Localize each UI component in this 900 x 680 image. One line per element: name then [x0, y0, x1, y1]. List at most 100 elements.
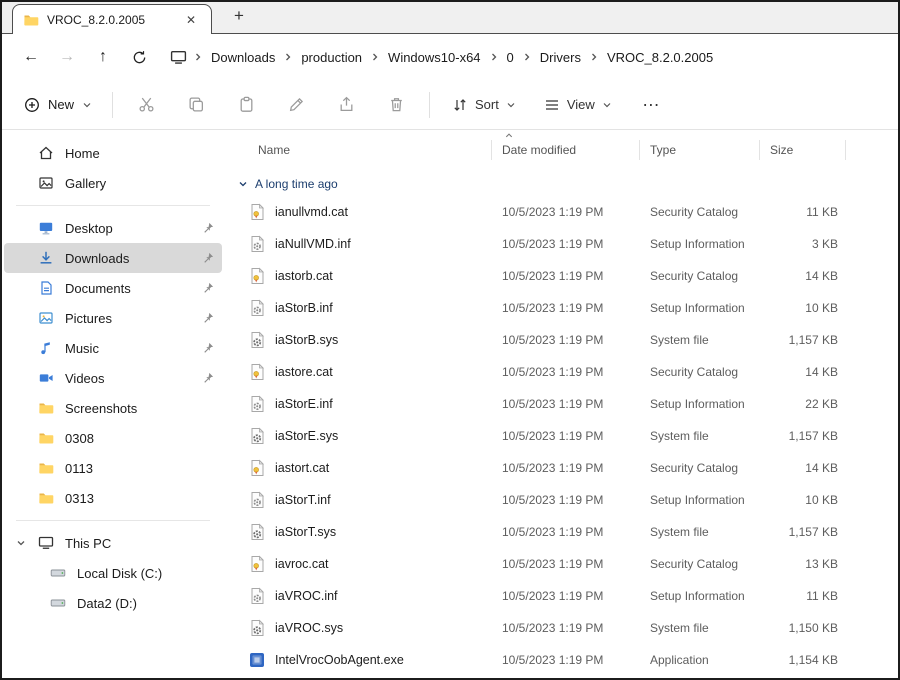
new-button[interactable]: New: [20, 91, 96, 119]
cut-button[interactable]: [129, 89, 163, 121]
file-row[interactable]: iastore.cat10/5/2023 1:19 PMSecurity Cat…: [230, 356, 898, 388]
file-date-modified: 10/5/2023 1:19 PM: [492, 589, 640, 603]
sidebar-item-label: Home: [65, 146, 100, 161]
sidebar-item-home[interactable]: Home: [4, 138, 222, 168]
file-row[interactable]: ianullvmd.cat10/5/2023 1:19 PMSecurity C…: [230, 196, 898, 228]
file-row[interactable]: iaNullVMD.inf10/5/2023 1:19 PMSetup Info…: [230, 228, 898, 260]
file-size: 1,150 KB: [760, 621, 846, 635]
sidebar-item-music[interactable]: Music: [4, 333, 222, 363]
sidebar-item-label: Screenshots: [65, 401, 137, 416]
file-type: Setup Information: [640, 589, 760, 603]
breadcrumb-item-0[interactable]: 0: [500, 46, 521, 69]
back-button[interactable]: ←: [14, 41, 48, 73]
group-header[interactable]: A long time ago: [230, 168, 898, 196]
file-type: Application: [640, 653, 760, 667]
breadcrumb-item-drivers[interactable]: Drivers: [533, 46, 588, 69]
file-name: iastort.cat: [275, 461, 329, 475]
file-sys-icon: [248, 619, 266, 637]
view-button-label: View: [567, 97, 595, 112]
column-header-date-modified[interactable]: Date modified: [492, 140, 640, 160]
file-row[interactable]: iastort.cat10/5/2023 1:19 PMSecurity Cat…: [230, 452, 898, 484]
sidebar-item-this-pc[interactable]: This PC: [4, 528, 222, 558]
file-date-modified: 10/5/2023 1:19 PM: [492, 621, 640, 635]
sidebar-item-documents[interactable]: Documents: [4, 273, 222, 303]
file-type: Security Catalog: [640, 205, 760, 219]
file-row[interactable]: iaStorB.sys10/5/2023 1:19 PMSystem file1…: [230, 324, 898, 356]
breadcrumb-chevron-icon: [488, 52, 500, 62]
file-row[interactable]: IntelVrocOobAgent.exe10/5/2023 1:19 PMAp…: [230, 644, 898, 676]
file-name-cell: iastore.cat: [230, 363, 492, 381]
sidebar-item-label: Gallery: [65, 176, 106, 191]
file-type: System file: [640, 429, 760, 443]
pin-icon: [202, 252, 214, 264]
tab-close-icon[interactable]: ✕: [181, 11, 201, 29]
file-row[interactable]: iavroc.cat10/5/2023 1:19 PMSecurity Cata…: [230, 548, 898, 580]
share-button[interactable]: [329, 89, 363, 121]
sidebar-item-local-disk-c[interactable]: Local Disk (C:): [4, 558, 222, 588]
sidebar-item-0113[interactable]: 0113: [4, 453, 222, 483]
drive-icon: [50, 565, 66, 581]
copy-button[interactable]: [179, 89, 213, 121]
sidebar-item-0308[interactable]: 0308: [4, 423, 222, 453]
breadcrumb-item-windows10-x64[interactable]: Windows10-x64: [381, 46, 488, 69]
address-bar[interactable]: Downloads production Windows10-x64 0 Drivers…: [168, 46, 886, 69]
sidebar-item-screenshots[interactable]: Screenshots: [4, 393, 222, 423]
file-name: iaVROC.sys: [275, 621, 343, 635]
group-header-label: A long time ago: [255, 177, 338, 191]
tab-title: VROC_8.2.0.2005: [47, 13, 145, 27]
up-button[interactable]: ↑: [86, 41, 120, 73]
forward-button[interactable]: →: [50, 41, 84, 73]
column-header-name[interactable]: Name: [230, 140, 492, 160]
sidebar-item-data2-d[interactable]: Data2 (D:): [4, 588, 222, 618]
file-row[interactable]: iaStorE.sys10/5/2023 1:19 PMSystem file1…: [230, 420, 898, 452]
file-row[interactable]: iaStorT.sys10/5/2023 1:19 PMSystem file1…: [230, 516, 898, 548]
column-header-size[interactable]: Size: [760, 140, 846, 160]
breadcrumb-item-downloads[interactable]: Downloads: [204, 46, 282, 69]
file-row[interactable]: iaVROC.sys10/5/2023 1:19 PMSystem file1,…: [230, 612, 898, 644]
sort-button[interactable]: Sort: [446, 91, 522, 119]
file-date-modified: 10/5/2023 1:19 PM: [492, 525, 640, 539]
breadcrumb-chevron-icon: [369, 52, 381, 62]
file-date-modified: 10/5/2023 1:19 PM: [492, 205, 640, 219]
file-inf-icon: [248, 299, 266, 317]
file-name-cell: iaStorB.inf: [230, 299, 492, 317]
file-row[interactable]: iaVROC.inf10/5/2023 1:19 PMSetup Informa…: [230, 580, 898, 612]
sidebar-item-downloads[interactable]: Downloads: [4, 243, 222, 273]
rename-button[interactable]: [279, 89, 313, 121]
file-row[interactable]: iaStorE.inf10/5/2023 1:19 PMSetup Inform…: [230, 388, 898, 420]
sidebar-item-desktop[interactable]: Desktop: [4, 213, 222, 243]
refresh-button[interactable]: [122, 41, 156, 73]
file-date-modified: 10/5/2023 1:19 PM: [492, 429, 640, 443]
view-button[interactable]: View: [538, 91, 618, 119]
breadcrumb-item-vroc-8-2-0-2005[interactable]: VROC_8.2.0.2005: [600, 46, 720, 69]
file-date-modified: 10/5/2023 1:19 PM: [492, 557, 640, 571]
file-row[interactable]: iastorb.cat10/5/2023 1:19 PMSecurity Cat…: [230, 260, 898, 292]
chevron-down-icon[interactable]: [16, 538, 26, 548]
sidebar-separator: [16, 520, 210, 521]
command-toolbar: New Sort View: [2, 80, 898, 130]
sidebar-item-0313[interactable]: 0313: [4, 483, 222, 513]
file-row[interactable]: iaStorB.inf10/5/2023 1:19 PMSetup Inform…: [230, 292, 898, 324]
column-header-type[interactable]: Type: [640, 140, 760, 160]
breadcrumb-item-production[interactable]: production: [294, 46, 369, 69]
delete-button[interactable]: [379, 89, 413, 121]
file-size: 14 KB: [760, 365, 846, 379]
more-options-button[interactable]: …: [634, 90, 670, 119]
new-tab-button[interactable]: +: [228, 6, 250, 29]
file-row[interactable]: iaStorT.inf10/5/2023 1:19 PMSetup Inform…: [230, 484, 898, 516]
sidebar-item-label: 0313: [65, 491, 94, 506]
sidebar-item-videos[interactable]: Videos: [4, 363, 222, 393]
file-name-cell: iaStorE.sys: [230, 427, 492, 445]
sidebar-item-gallery[interactable]: Gallery: [4, 168, 222, 198]
file-size: 14 KB: [760, 461, 846, 475]
file-size: 11 KB: [760, 205, 846, 219]
file-date-modified: 10/5/2023 1:19 PM: [492, 397, 640, 411]
music-icon: [38, 340, 54, 356]
file-date-modified: 10/5/2023 1:19 PM: [492, 333, 640, 347]
explorer-tab[interactable]: VROC_8.2.0.2005 ✕: [12, 4, 212, 34]
file-date-modified: 10/5/2023 1:19 PM: [492, 653, 640, 667]
file-name: iaStorE.inf: [275, 397, 333, 411]
file-date-modified: 10/5/2023 1:19 PM: [492, 301, 640, 315]
sidebar-item-pictures[interactable]: Pictures: [4, 303, 222, 333]
paste-button[interactable]: [229, 89, 263, 121]
